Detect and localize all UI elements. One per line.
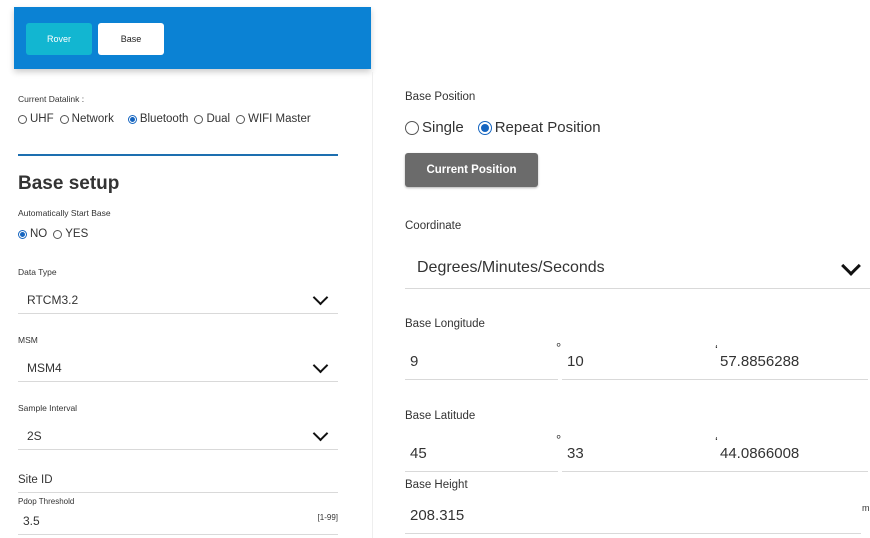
chevron-down-icon xyxy=(312,289,329,305)
site-id-field[interactable]: Site ID xyxy=(18,474,338,493)
degree-symbol: ° xyxy=(556,340,562,355)
chevron-down-icon xyxy=(312,357,329,373)
latitude-degrees-input[interactable]: 45 xyxy=(405,436,558,472)
tab-rover[interactable]: Rover xyxy=(26,23,92,55)
coordinate-value: Degrees/Minutes/Seconds xyxy=(417,259,605,276)
datalink-option-uhf[interactable]: UHF xyxy=(18,113,54,125)
section-divider xyxy=(18,154,338,156)
radio-selected-icon xyxy=(18,229,27,239)
column-divider xyxy=(372,72,373,538)
datalink-radio-group: UHF Network Bluetooth Dual WIFI Master xyxy=(18,113,317,125)
pdop-value: 3.5 xyxy=(23,514,40,528)
pdop-label: Pdop Threshold xyxy=(18,497,75,506)
latitude-minutes-input[interactable]: 33 xyxy=(562,436,715,472)
longitude-minutes-input[interactable]: 10 xyxy=(562,344,715,380)
height-label: Base Height xyxy=(405,479,468,491)
degree-symbol: ° xyxy=(556,432,562,447)
radio-selected-icon xyxy=(477,120,492,135)
data-type-value: RTCM3.2 xyxy=(27,292,79,307)
longitude-seconds-input[interactable]: 57.8856288 xyxy=(715,344,868,380)
base-position-option-repeat[interactable]: Repeat Position xyxy=(477,119,601,136)
chevron-down-icon xyxy=(841,255,861,276)
radio-icon xyxy=(405,120,419,135)
base-position-label: Base Position xyxy=(405,91,476,103)
auto-start-option-yes[interactable]: YES xyxy=(53,228,88,240)
radio-icon xyxy=(59,114,69,124)
sample-interval-select[interactable]: 2S xyxy=(18,422,338,450)
tab-base[interactable]: Base xyxy=(98,23,164,55)
radio-icon xyxy=(18,114,27,124)
data-type-select[interactable]: RTCM3.2 xyxy=(18,286,338,314)
radio-icon xyxy=(236,114,246,124)
chevron-down-icon xyxy=(312,425,329,441)
base-setup-title: Base setup xyxy=(18,173,120,194)
pdop-field[interactable]: 3.5 [1-99] xyxy=(18,510,338,535)
height-unit: m xyxy=(862,503,870,513)
msm-label: MSM xyxy=(18,335,38,345)
coordinate-select[interactable]: Degrees/Minutes/Seconds xyxy=(405,248,870,289)
latitude-seconds-input[interactable]: 44.0866008 xyxy=(715,436,868,472)
coordinate-label: Coordinate xyxy=(405,220,462,232)
datalink-label: Current Datalink : xyxy=(18,94,85,104)
datalink-option-dual[interactable]: Dual xyxy=(194,113,230,125)
base-position-radio-group: Single Repeat Position xyxy=(405,119,607,136)
longitude-label: Base Longitude xyxy=(405,318,485,330)
msm-value: MSM4 xyxy=(27,360,62,375)
current-position-button[interactable]: Current Position xyxy=(405,153,538,187)
datalink-option-bluetooth[interactable]: Bluetooth xyxy=(127,113,188,125)
sample-interval-value: 2S xyxy=(27,428,42,443)
height-input[interactable]: 208.315 xyxy=(405,498,861,534)
latitude-label: Base Latitude xyxy=(405,410,476,422)
header-bar: Rover Base xyxy=(14,7,371,69)
datalink-option-network[interactable]: Network xyxy=(59,113,114,125)
radio-selected-icon xyxy=(127,114,137,124)
data-type-label: Data Type xyxy=(18,267,57,277)
datalink-option-wifi-master[interactable]: WIFI Master xyxy=(236,113,311,125)
auto-start-radio-group: NO YES xyxy=(18,228,94,240)
longitude-degrees-input[interactable]: 9 xyxy=(405,344,558,380)
sample-interval-label: Sample Interval xyxy=(18,403,78,413)
auto-start-label: Automatically Start Base xyxy=(18,208,111,218)
base-position-option-single[interactable]: Single xyxy=(405,119,464,136)
pdop-range: [1-99] xyxy=(317,513,338,522)
radio-icon xyxy=(194,114,204,124)
radio-icon xyxy=(53,229,63,239)
msm-select[interactable]: MSM4 xyxy=(18,354,338,382)
auto-start-option-no[interactable]: NO xyxy=(18,228,47,240)
site-id-label: Site ID xyxy=(18,474,53,486)
